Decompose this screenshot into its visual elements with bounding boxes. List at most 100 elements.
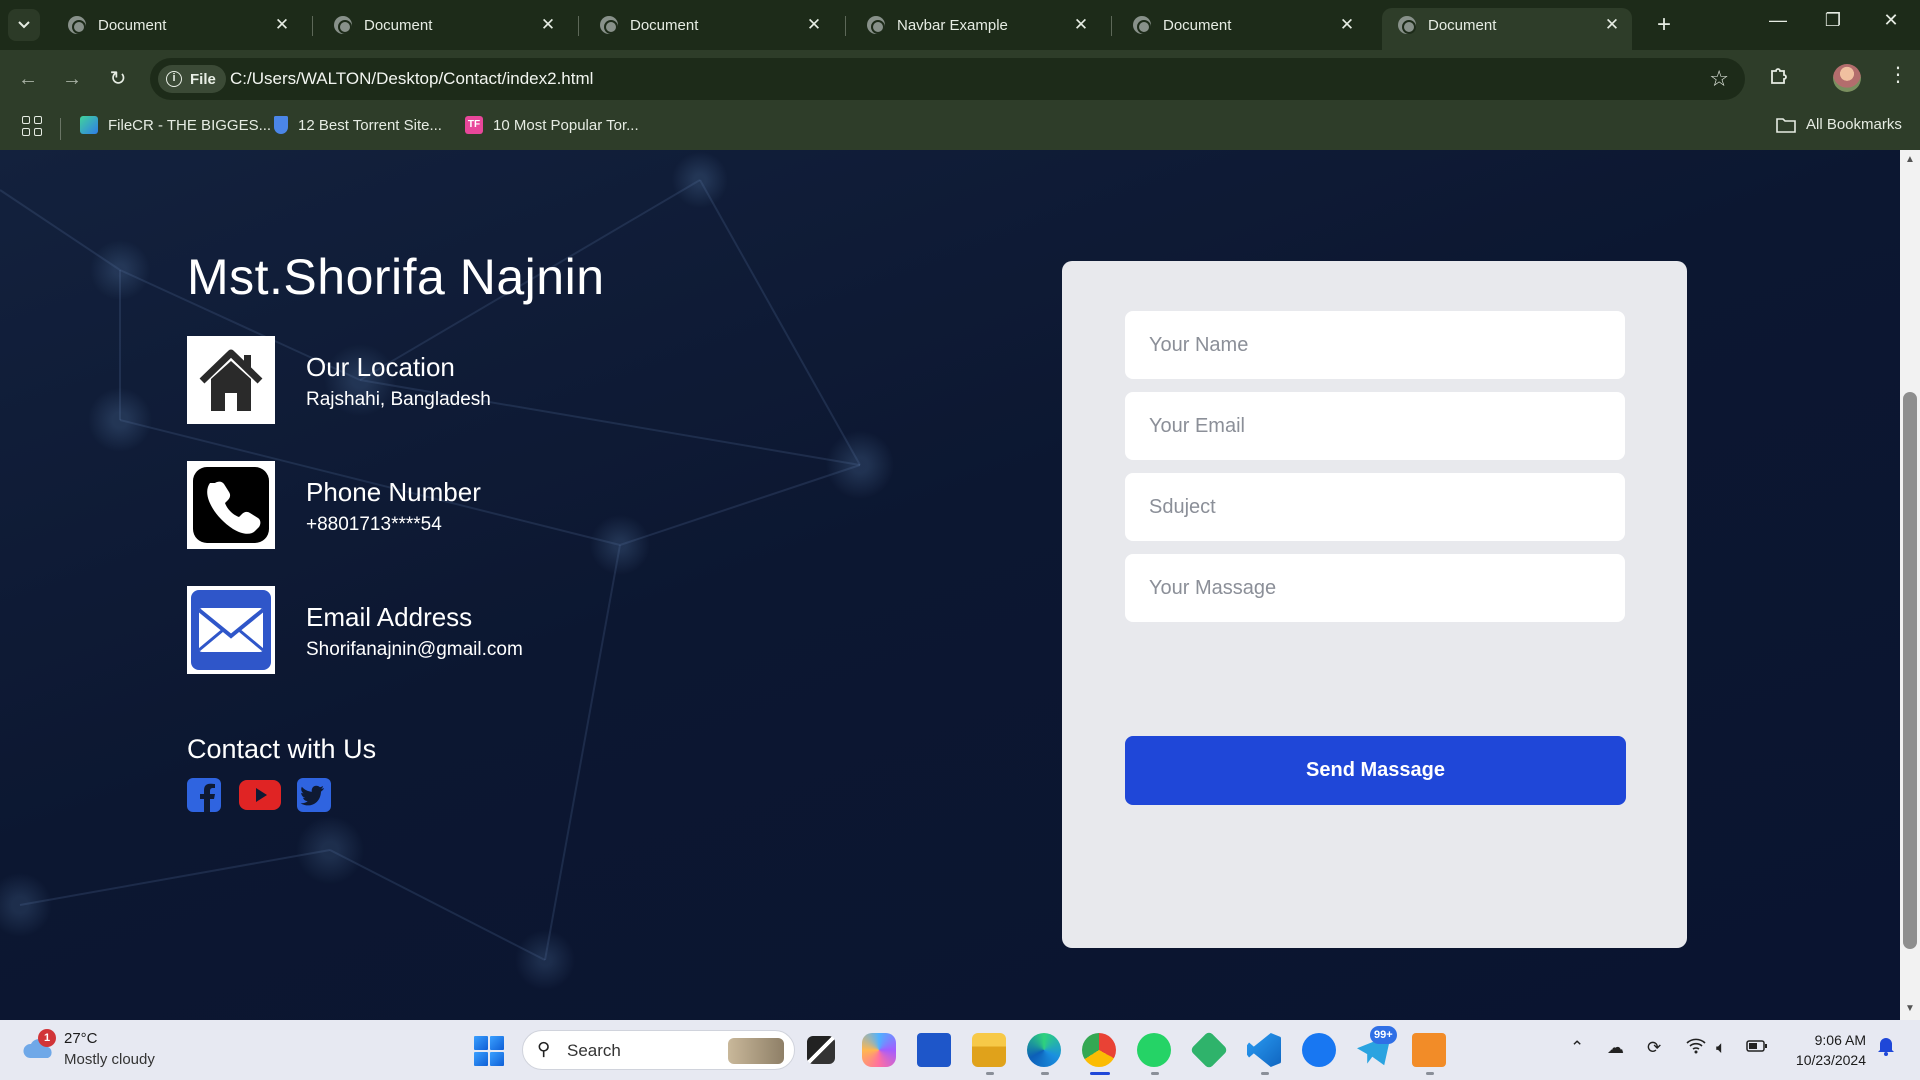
weather-desc: Mostly cloudy bbox=[64, 1051, 155, 1068]
globe-icon bbox=[334, 16, 352, 34]
start-button[interactable] bbox=[474, 1036, 504, 1066]
volume-icon[interactable]: 🔈︎ bbox=[1716, 1038, 1726, 1058]
pdf-app-icon[interactable] bbox=[1412, 1033, 1446, 1067]
url-text[interactable]: C:/Users/WALTON/Desktop/Contact/index2.h… bbox=[230, 69, 593, 89]
email-title: Email Address bbox=[306, 602, 473, 632]
apps-grid-icon[interactable] bbox=[22, 116, 42, 136]
tab-document-1[interactable]: Document ✕ bbox=[52, 8, 302, 42]
phone-title: Phone Number bbox=[306, 477, 481, 507]
name-input[interactable] bbox=[1125, 311, 1625, 379]
page-viewport: Mst.Shorifa Najnin Our Location Rajshahi… bbox=[0, 150, 1900, 1020]
facebook-icon[interactable] bbox=[184, 777, 224, 813]
email-input[interactable] bbox=[1125, 392, 1625, 460]
youtube-icon[interactable] bbox=[238, 777, 282, 813]
minimize-button[interactable]: — bbox=[1760, 10, 1796, 31]
bookmark-filecr[interactable]: FileCR - THE BIGGES... bbox=[80, 116, 271, 134]
file-explorer-icon[interactable] bbox=[972, 1033, 1006, 1067]
forward-button[interactable]: → bbox=[57, 64, 87, 94]
close-icon[interactable]: ✕ bbox=[1337, 15, 1357, 35]
mail-icon bbox=[187, 586, 275, 674]
tab-navbar-example[interactable]: Navbar Example ✕ bbox=[851, 8, 1101, 42]
edge-icon[interactable] bbox=[1027, 1033, 1061, 1067]
extensions-icon[interactable] bbox=[1768, 64, 1790, 92]
scroll-up-arrow-icon[interactable]: ▲ bbox=[1903, 154, 1917, 165]
all-bookmarks[interactable]: All Bookmarks bbox=[1776, 116, 1902, 133]
bookmark-label: 12 Best Torrent Site... bbox=[298, 116, 442, 134]
tab-separator bbox=[1111, 16, 1112, 36]
filecr-icon bbox=[80, 116, 98, 134]
tab-search-button[interactable] bbox=[8, 9, 40, 41]
close-icon[interactable]: ✕ bbox=[538, 15, 558, 35]
wifi-icon[interactable] bbox=[1686, 1038, 1706, 1059]
tab-separator bbox=[578, 16, 579, 36]
reload-button[interactable]: ↻ bbox=[103, 64, 133, 94]
close-icon[interactable]: ✕ bbox=[272, 15, 292, 35]
taskbar-search-label: Search bbox=[567, 1041, 621, 1060]
bookmark-torrent-sites[interactable]: 12 Best Torrent Site... bbox=[274, 116, 442, 134]
profile-avatar[interactable] bbox=[1833, 64, 1861, 92]
scroll-down-arrow-icon[interactable]: ▼ bbox=[1903, 1003, 1917, 1014]
tf-logo-icon: TF bbox=[465, 116, 483, 134]
clock-time[interactable]: 9:06 AM bbox=[1780, 1032, 1866, 1048]
active-indicator bbox=[1090, 1072, 1110, 1075]
bookmark-popular-tor[interactable]: TF 10 Most Popular Tor... bbox=[465, 116, 639, 134]
shield-icon bbox=[274, 116, 288, 134]
phone-icon bbox=[187, 461, 275, 549]
message-input[interactable] bbox=[1125, 554, 1625, 622]
send-message-button[interactable]: Send Massage bbox=[1125, 736, 1626, 805]
globe-icon bbox=[1133, 16, 1151, 34]
subject-input[interactable] bbox=[1125, 473, 1625, 541]
copilot-icon[interactable] bbox=[862, 1033, 896, 1067]
info-icon: i bbox=[166, 71, 182, 87]
sync-icon[interactable]: ⟳ bbox=[1647, 1038, 1661, 1058]
close-icon[interactable]: ✕ bbox=[1071, 15, 1091, 35]
window-close-button[interactable]: ✕ bbox=[1873, 10, 1909, 31]
search-highlight-image bbox=[728, 1038, 784, 1064]
phone-value: +8801713****54 bbox=[306, 514, 442, 535]
email-value: Shorifanajnin@gmail.com bbox=[306, 639, 523, 660]
tray-overflow-chevron-icon[interactable]: ⌃ bbox=[1570, 1038, 1584, 1058]
bookmark-label: FileCR - THE BIGGES... bbox=[108, 116, 272, 134]
address-bar[interactable]: i File C:/Users/WALTON/Desktop/Contact/i… bbox=[150, 58, 1745, 100]
location-item: Our Location Rajshahi, Bangladesh bbox=[187, 336, 787, 424]
scrollbar-thumb[interactable] bbox=[1903, 392, 1917, 949]
email-item: Email Address Shorifanajnin@gmail.com bbox=[187, 586, 787, 674]
taskbar-search[interactable]: ⚲ Search bbox=[522, 1030, 795, 1070]
chrome-icon[interactable] bbox=[1082, 1033, 1116, 1067]
store-icon[interactable] bbox=[917, 1033, 951, 1067]
tab-document-2[interactable]: Document ✕ bbox=[318, 8, 568, 42]
tab-document-active[interactable]: Document ✕ bbox=[1382, 8, 1632, 50]
bookmark-star-icon[interactable]: ☆ bbox=[1709, 66, 1729, 92]
onedrive-icon[interactable]: ☁ bbox=[1607, 1038, 1624, 1058]
close-icon[interactable]: ✕ bbox=[1602, 15, 1622, 35]
tab-document-3[interactable]: Document ✕ bbox=[584, 8, 834, 42]
whatsapp-icon[interactable] bbox=[1137, 1033, 1171, 1067]
site-info-chip[interactable]: i File bbox=[158, 65, 226, 93]
running-indicator bbox=[986, 1072, 994, 1075]
tab-document-5[interactable]: Document ✕ bbox=[1117, 8, 1367, 42]
close-icon[interactable]: ✕ bbox=[804, 15, 824, 35]
weather-alert-badge: 1 bbox=[38, 1029, 56, 1047]
task-view-icon[interactable] bbox=[807, 1036, 835, 1064]
telegram-badge: 99+ bbox=[1370, 1026, 1397, 1044]
tab-title: Document bbox=[1163, 16, 1232, 34]
house-icon bbox=[187, 336, 275, 424]
location-title: Our Location bbox=[306, 352, 455, 382]
search-icon: ⚲ bbox=[537, 1039, 551, 1059]
battery-icon[interactable] bbox=[1746, 1038, 1768, 1058]
new-tab-button[interactable]: + bbox=[1650, 11, 1678, 39]
twitter-icon[interactable] bbox=[294, 777, 334, 813]
phone-item: Phone Number +8801713****54 bbox=[187, 461, 787, 549]
tab-separator bbox=[845, 16, 846, 36]
more-menu-icon[interactable]: ⋮ bbox=[1888, 62, 1908, 87]
clock-date[interactable]: 10/23/2024 bbox=[1780, 1052, 1866, 1068]
facebook-app-icon[interactable] bbox=[1302, 1033, 1336, 1067]
vscode-icon[interactable] bbox=[1247, 1033, 1281, 1067]
running-indicator bbox=[1261, 1072, 1269, 1075]
chevron-down-icon bbox=[18, 21, 30, 29]
back-button[interactable]: ← bbox=[13, 64, 43, 94]
restore-button[interactable]: ❐ bbox=[1815, 10, 1851, 31]
dev-tool-icon[interactable] bbox=[1189, 1030, 1229, 1070]
tab-strip: Document ✕ Document ✕ Document ✕ Navbar … bbox=[0, 0, 1920, 50]
notification-bell-icon[interactable] bbox=[1877, 1036, 1895, 1061]
